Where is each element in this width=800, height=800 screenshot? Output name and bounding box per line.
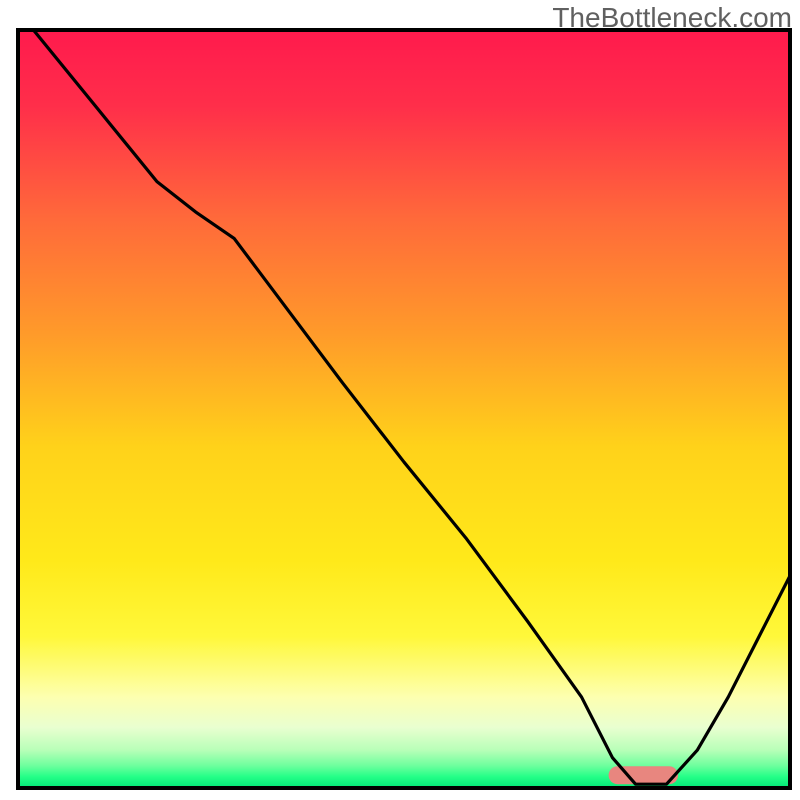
watermark-text: TheBottleneck.com: [552, 2, 792, 34]
chart-container: { "watermark": "TheBottleneck.com", "cha…: [0, 0, 800, 800]
bottleneck-chart: [0, 0, 800, 800]
heat-gradient: [18, 30, 790, 788]
